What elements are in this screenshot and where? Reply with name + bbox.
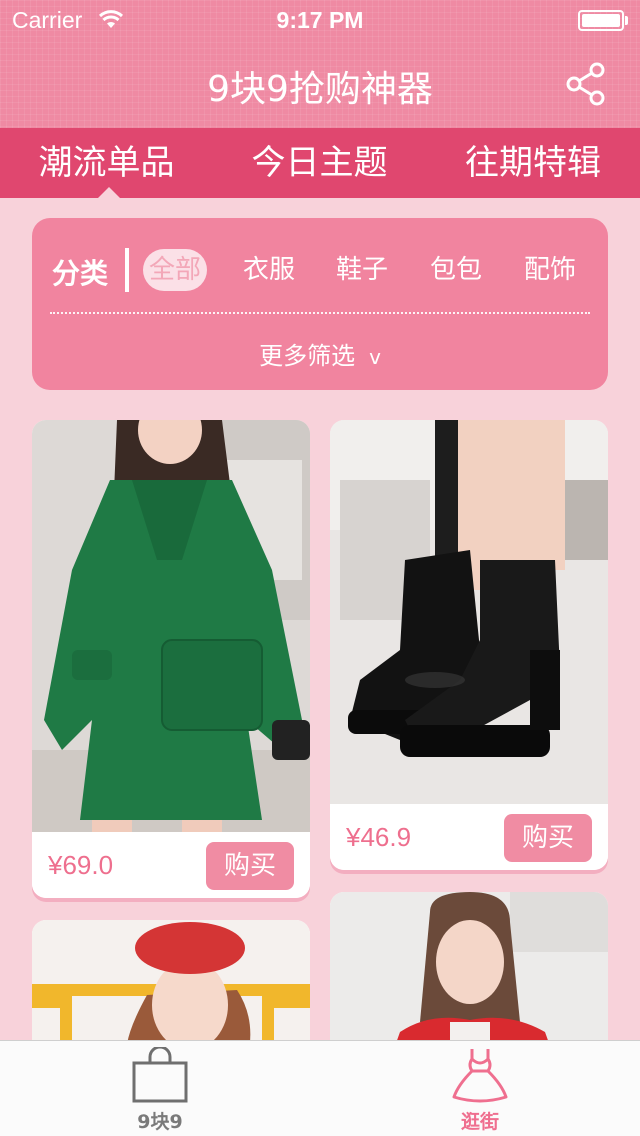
black-ankle-boots-photo	[330, 420, 608, 804]
filter-divider	[125, 248, 129, 292]
bottom-tab-label: 逛街	[460, 1111, 499, 1133]
buy-button[interactable]: 购买	[504, 814, 592, 862]
filter-panel: 分类 全部 衣服 鞋子 包包 配饰 更多筛选 v	[32, 218, 608, 390]
bottom-tab-label: 9块9	[137, 1111, 183, 1133]
buy-button[interactable]: 购买	[206, 842, 294, 890]
dress-icon	[452, 1049, 508, 1103]
status-time: 9:17 PM	[276, 7, 364, 33]
filter-chip-accessories[interactable]: 配饰	[521, 249, 579, 291]
status-bar: Carrier 9:17 PM	[0, 0, 640, 40]
filter-label: 分类	[52, 257, 109, 290]
product-card[interactable]: ¥46.9 购买	[330, 420, 608, 870]
product-card[interactable]	[32, 920, 310, 1060]
filter-chip-shoes[interactable]: 鞋子	[333, 249, 391, 291]
tab-past-specials[interactable]: 往期特辑	[426, 128, 640, 198]
filter-chip-clothes[interactable]: 衣服	[240, 249, 298, 291]
bottom-tab-bar: 9块9 逛街	[0, 1040, 640, 1136]
filter-chip-bags[interactable]: 包包	[427, 249, 485, 291]
green-coat-photo	[32, 420, 310, 832]
product-card[interactable]: ¥69.0 购买	[32, 420, 310, 898]
battery-icon	[578, 10, 628, 31]
share-icon[interactable]	[564, 60, 608, 108]
product-price: ¥46.9	[346, 822, 412, 852]
bottom-tab-nine-nine[interactable]: 9块9	[0, 1041, 320, 1136]
page-title: 9块9抢购神器	[207, 69, 433, 110]
tab-today-theme[interactable]: 今日主题	[213, 128, 426, 198]
more-filter-button[interactable]: 更多筛选 v	[32, 336, 608, 371]
product-card[interactable]	[330, 892, 608, 1060]
header: Carrier 9:17 PM 9块9抢购神器	[0, 0, 640, 128]
girl-red-beret-photo	[32, 920, 310, 1060]
shopping-bag-icon	[132, 1047, 188, 1103]
top-tab-bar: 潮流单品 今日主题 往期特辑	[0, 128, 640, 198]
more-filter-label: 更多筛选	[259, 342, 356, 370]
bottom-tab-shopping[interactable]: 逛街	[320, 1041, 640, 1136]
product-card-footer: ¥69.0 购买	[32, 832, 310, 898]
chevron-down-icon: v	[369, 345, 381, 369]
tab-active-indicator	[98, 187, 120, 198]
filter-chip-all[interactable]: 全部	[143, 249, 207, 291]
dotted-divider	[50, 312, 590, 314]
girl-red-jacket-photo	[330, 892, 608, 1060]
product-card-footer: ¥46.9 购买	[330, 804, 608, 870]
product-price: ¥69.0	[48, 850, 114, 880]
